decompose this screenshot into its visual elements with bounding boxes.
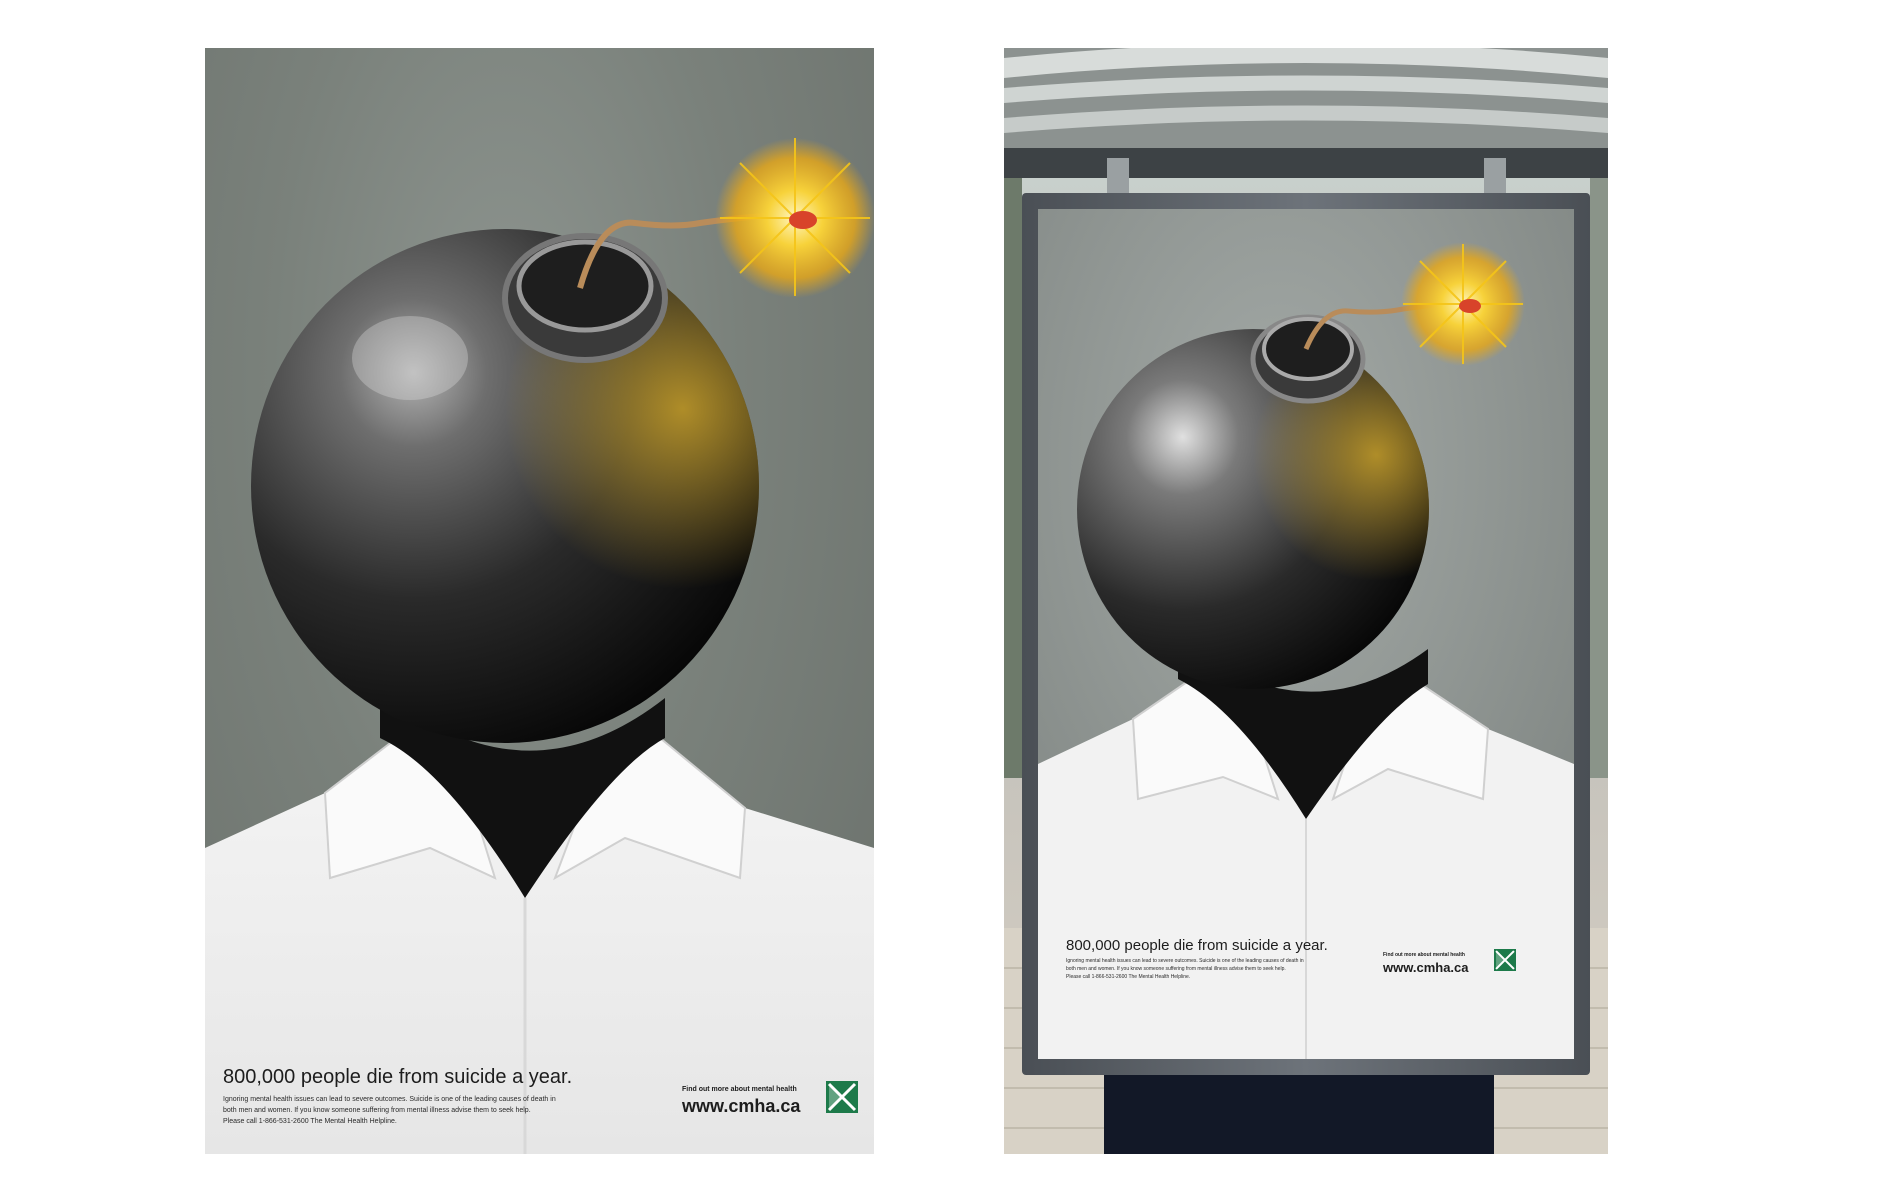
shelter-poster-copy: 800,000 people die from suicide a year. … — [1066, 937, 1396, 981]
bomb-head-illustration-small — [1038, 209, 1574, 1059]
poster-frame: 800,000 people die from suicide a year. … — [1022, 193, 1590, 1075]
shelter-poster: 800,000 people die from suicide a year. … — [1038, 209, 1574, 1059]
body-copy: Ignoring mental health issues can lead t… — [223, 1094, 683, 1127]
shelter-headline: 800,000 people die from suicide a year. — [1066, 937, 1328, 954]
shelter-website-url: www.cmha.ca — [1383, 960, 1469, 975]
shelter-body-line-1: Ignoring mental health issues can lead t… — [1066, 958, 1304, 964]
cmha-logo-icon — [826, 1081, 858, 1113]
shelter-body-line-2: both men and women. If you know someone … — [1066, 966, 1286, 972]
bomb-head-illustration — [205, 138, 874, 1154]
shelter-body-copy: Ignoring mental health issues can lead t… — [1066, 957, 1396, 981]
poster-copy: 800,000 people die from suicide a year. … — [223, 1066, 683, 1127]
bus-shelter-scene: 800,000 people die from suicide a year. … — [1004, 48, 1608, 1154]
cta: Find out more about mental health www.cm… — [682, 1086, 800, 1117]
cta-small-text: Find out more about mental health — [682, 1086, 797, 1093]
flat-poster: 800,000 people die from suicide a year. … — [205, 48, 874, 1154]
headline: 800,000 people die from suicide a year. — [223, 1066, 573, 1088]
body-line-2: both men and women. If you know someone … — [223, 1107, 531, 1114]
shelter-cta: Find out more about mental health www.cm… — [1383, 952, 1469, 975]
body-line-3: Please call 1-866-531-2600 The Mental He… — [223, 1118, 397, 1125]
shelter-cmha-logo-icon — [1494, 949, 1516, 971]
shelter-body-line-3: Please call 1-866-531-2600 The Mental He… — [1066, 974, 1191, 980]
website-url: www.cmha.ca — [682, 1096, 801, 1116]
shelter-cta-small-text: Find out more about mental health — [1383, 952, 1465, 958]
body-line-1: Ignoring mental health issues can lead t… — [223, 1096, 556, 1103]
